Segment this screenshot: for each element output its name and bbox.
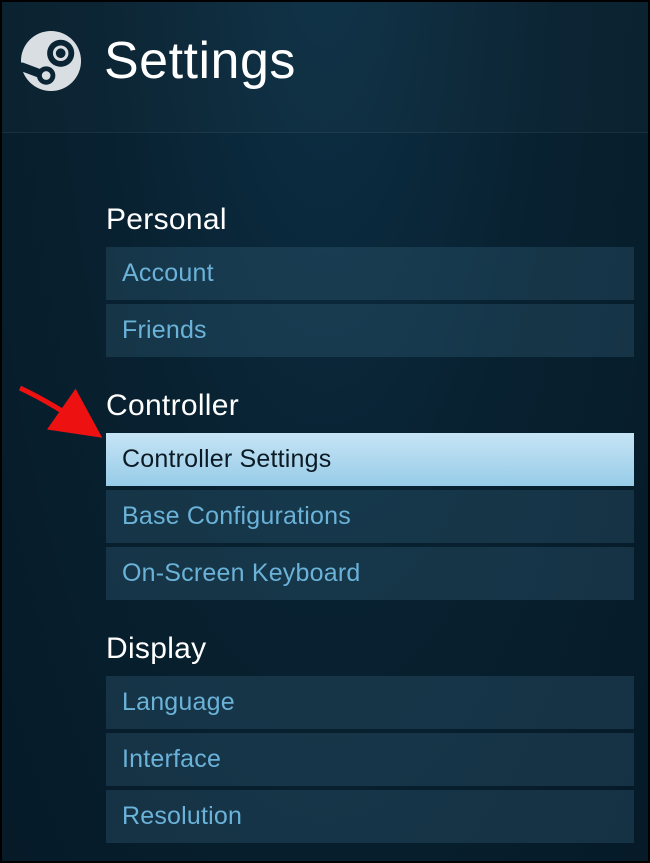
section-personal: Personal Account Friends	[2, 203, 648, 357]
item-resolution[interactable]: Resolution	[106, 790, 634, 843]
item-on-screen-keyboard[interactable]: On-Screen Keyboard	[106, 547, 634, 600]
section-title-controller: Controller	[2, 389, 648, 433]
item-controller-settings[interactable]: Controller Settings	[106, 433, 634, 486]
section-title-display: Display	[2, 632, 648, 676]
steam-logo-icon	[20, 30, 82, 92]
section-items-display: Language Interface Resolution	[2, 676, 648, 843]
item-friends[interactable]: Friends	[106, 304, 634, 357]
item-account[interactable]: Account	[106, 247, 634, 300]
item-language[interactable]: Language	[106, 676, 634, 729]
settings-content: Personal Account Friends Controller Cont…	[2, 133, 648, 843]
page-title: Settings	[104, 31, 296, 91]
section-items-controller: Controller Settings Base Configurations …	[2, 433, 648, 600]
section-display: Display Language Interface Resolution	[2, 632, 648, 843]
item-base-configurations[interactable]: Base Configurations	[106, 490, 634, 543]
section-items-personal: Account Friends	[2, 247, 648, 357]
item-interface[interactable]: Interface	[106, 733, 634, 786]
section-title-personal: Personal	[2, 203, 648, 247]
section-controller: Controller Controller Settings Base Conf…	[2, 389, 648, 600]
header: Settings	[2, 2, 648, 133]
